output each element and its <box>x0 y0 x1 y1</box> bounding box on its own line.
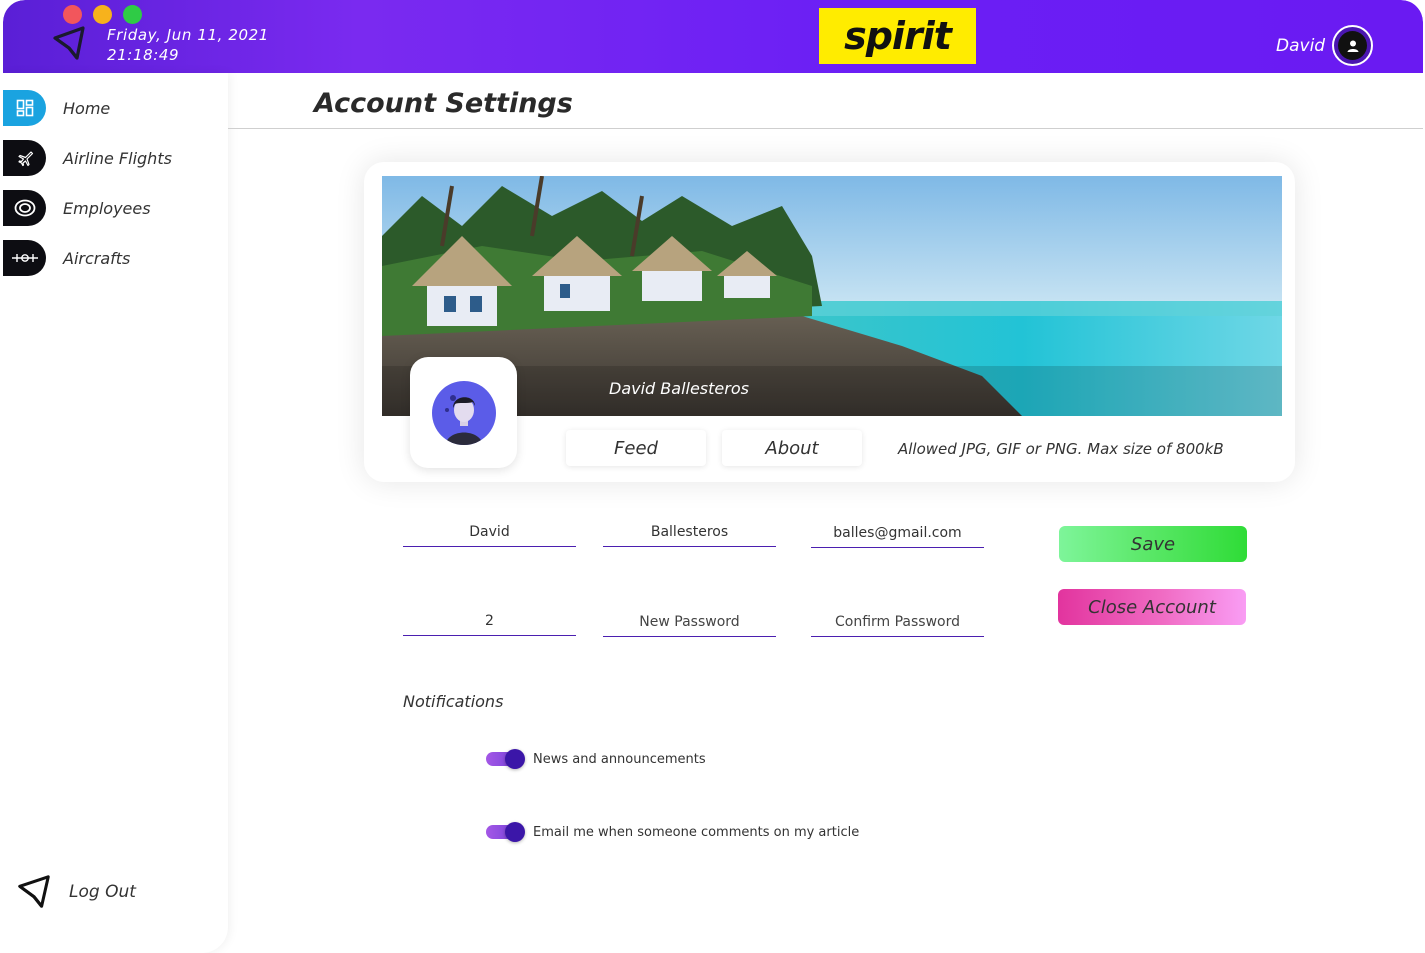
sidebar-item-label: Aircrafts <box>63 248 131 268</box>
window-minimize-button[interactable] <box>93 5 112 24</box>
window-close-button[interactable] <box>63 5 82 24</box>
cover-photo[interactable]: David Ballesteros <box>382 176 1282 416</box>
tab-about[interactable]: About <box>722 430 862 466</box>
cover-user-name: David Ballesteros <box>609 379 749 398</box>
current-password-field[interactable] <box>403 606 576 636</box>
logout-button[interactable]: Log Out <box>15 873 136 911</box>
tab-feed[interactable]: Feed <box>566 430 706 466</box>
avatar-icon <box>431 380 496 445</box>
user-icon <box>1338 31 1367 60</box>
new-password-field[interactable] <box>603 607 776 637</box>
last-name-field[interactable] <box>603 517 776 547</box>
save-button[interactable]: Save <box>1059 526 1247 562</box>
paper-plane-logo-icon <box>53 26 85 60</box>
aircraft-icon <box>3 240 46 276</box>
header-date: Friday, Jun 11, 2021 <box>107 26 269 44</box>
toggle-label: News and announcements <box>533 752 706 767</box>
employees-icon <box>3 190 46 226</box>
dashboard-icon <box>3 90 46 126</box>
sidebar-item-airline-flights[interactable]: Airline Flights <box>3 139 228 177</box>
notifications-heading: Notifications <box>403 692 504 711</box>
app-window: Friday, Jun 11, 2021 21:18:49 spirit Dav… <box>3 0 1423 953</box>
sidebar-item-label: Airline Flights <box>63 148 172 168</box>
window-maximize-button[interactable] <box>123 5 142 24</box>
close-account-button[interactable]: Close Account <box>1058 589 1246 625</box>
page-title: Account Settings <box>314 88 573 119</box>
upload-hint-text: Allowed JPG, GIF or PNG. Max size of 800… <box>898 440 1224 458</box>
sidebar-item-label: Employees <box>63 198 151 218</box>
toggle-knob <box>505 822 525 842</box>
toggle-news-announcements[interactable] <box>486 749 526 769</box>
airplane-icon <box>3 140 46 176</box>
brand-logo: spirit <box>819 8 976 64</box>
brand-logo-text: spirit <box>844 14 952 58</box>
toggle-knob <box>505 749 525 769</box>
beach-cover-image <box>382 176 1282 416</box>
user-menu-button[interactable] <box>1332 25 1373 66</box>
title-divider <box>228 128 1423 129</box>
logout-label: Log Out <box>69 882 136 902</box>
top-header: Friday, Jun 11, 2021 21:18:49 spirit Dav… <box>3 0 1423 73</box>
sidebar-item-home[interactable]: Home <box>3 89 228 127</box>
first-name-field[interactable] <box>403 517 576 547</box>
header-user-name: David <box>1276 36 1326 56</box>
profile-card: David Ballesteros Feed About Allowed JPG… <box>364 162 1295 482</box>
sidebar: Home Airline Flights Employees Aircrafts… <box>3 73 228 953</box>
paper-plane-logout-icon <box>18 875 50 908</box>
profile-avatar-upload[interactable] <box>410 357 517 468</box>
toggle-label: Email me when someone comments on my art… <box>533 825 860 840</box>
header-time: 21:18:49 <box>107 46 180 64</box>
sidebar-item-aircrafts[interactable]: Aircrafts <box>3 239 228 277</box>
sidebar-item-label: Home <box>63 98 111 118</box>
email-field[interactable] <box>811 518 984 548</box>
toggle-email-comments[interactable] <box>486 822 526 842</box>
confirm-password-field[interactable] <box>811 607 984 637</box>
sidebar-item-employees[interactable]: Employees <box>3 189 228 227</box>
